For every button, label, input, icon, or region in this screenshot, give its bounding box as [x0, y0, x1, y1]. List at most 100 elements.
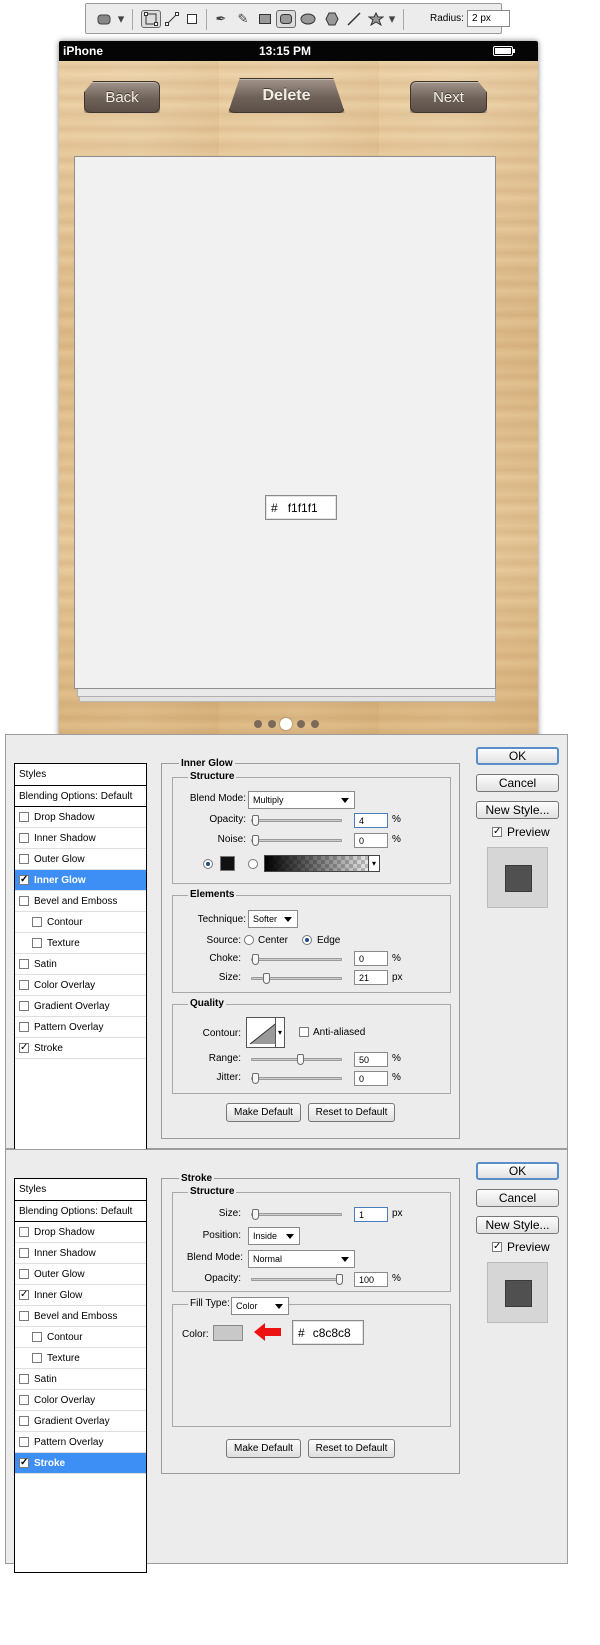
style-checkbox[interactable] [32, 917, 42, 927]
style-item-gradient-overlay[interactable]: Gradient Overlay [15, 1411, 146, 1432]
source-center-radio[interactable] [244, 935, 254, 945]
style-checkbox[interactable] [19, 854, 29, 864]
blend-mode-select[interactable]: Normal [248, 1250, 355, 1268]
style-checkbox[interactable] [19, 1416, 29, 1426]
technique-select[interactable]: Softer [248, 910, 298, 928]
jitter-input[interactable]: 0 [354, 1071, 388, 1086]
style-item-satin[interactable]: Satin [15, 954, 146, 975]
chevron-down-icon[interactable]: ▾ [368, 855, 380, 872]
style-item-pattern-overlay[interactable]: Pattern Overlay [15, 1432, 146, 1453]
new-style-button[interactable]: New Style... [476, 801, 559, 819]
cancel-button[interactable]: Cancel [476, 1189, 559, 1207]
custom-shape-tool-icon[interactable] [366, 10, 386, 28]
styles-header[interactable]: Styles [15, 764, 146, 786]
style-item-drop-shadow[interactable]: Drop Shadow [15, 1222, 146, 1243]
style-item-bevel-and-emboss[interactable]: Bevel and Emboss [15, 1306, 146, 1327]
style-checkbox[interactable]: ✓ [19, 1458, 29, 1468]
style-checkbox[interactable] [19, 1374, 29, 1384]
next-button[interactable]: Next [410, 81, 487, 113]
ok-button[interactable]: OK [476, 747, 559, 765]
make-default-button[interactable]: Make Default [226, 1439, 301, 1458]
style-checkbox[interactable] [19, 1001, 29, 1011]
style-checkbox[interactable] [32, 938, 42, 948]
slider-thumb[interactable] [336, 1274, 343, 1285]
stroke-color-swatch[interactable] [213, 1325, 243, 1341]
line-tool-icon[interactable] [344, 10, 364, 28]
slider-thumb[interactable] [252, 954, 259, 965]
style-item-texture[interactable]: Texture [15, 1348, 146, 1369]
style-checkbox[interactable] [19, 1269, 29, 1279]
page-dot[interactable] [297, 720, 305, 728]
ellipse-tool-icon[interactable] [298, 10, 318, 28]
style-item-inner-shadow[interactable]: Inner Shadow [15, 828, 146, 849]
paths-icon[interactable] [162, 10, 182, 28]
reset-to-default-button[interactable]: Reset to Default [308, 1103, 395, 1122]
style-item-pattern-overlay[interactable]: Pattern Overlay [15, 1017, 146, 1038]
preview-toggle[interactable]: ✓ Preview [492, 1240, 550, 1254]
style-checkbox[interactable] [19, 1022, 29, 1032]
range-slider[interactable] [251, 1054, 342, 1065]
style-checkbox[interactable] [19, 1248, 29, 1258]
slider-thumb[interactable] [252, 835, 259, 846]
style-item-contour[interactable]: Contour [15, 912, 146, 933]
source-edge-radio[interactable] [302, 935, 312, 945]
size-slider[interactable] [251, 1209, 342, 1220]
page-dot[interactable] [311, 720, 319, 728]
solid-color-radio[interactable] [203, 859, 213, 869]
choke-slider[interactable] [251, 954, 342, 965]
style-checkbox[interactable]: ✓ [19, 875, 29, 885]
shape-layers-icon[interactable] [141, 10, 161, 28]
style-item-color-overlay[interactable]: Color Overlay [15, 1390, 146, 1411]
jitter-slider[interactable] [251, 1073, 342, 1084]
style-checkbox[interactable] [19, 1437, 29, 1447]
reset-to-default-button[interactable]: Reset to Default [308, 1439, 395, 1458]
style-checkbox[interactable] [19, 833, 29, 843]
style-item-outer-glow[interactable]: Outer Glow [15, 849, 146, 870]
cancel-button[interactable]: Cancel [476, 774, 559, 792]
rectangle-tool-icon[interactable] [255, 10, 275, 28]
rounded-rectangle-tool-icon[interactable] [276, 10, 296, 28]
position-select[interactable]: Inside [248, 1227, 300, 1245]
size-slider[interactable] [251, 973, 342, 984]
chevron-down-icon[interactable]: ▾ [116, 10, 126, 28]
page-dot[interactable] [254, 720, 262, 728]
blending-options-item[interactable]: Blending Options: Default [15, 1201, 146, 1222]
style-item-drop-shadow[interactable]: Drop Shadow [15, 807, 146, 828]
style-item-outer-glow[interactable]: Outer Glow [15, 1264, 146, 1285]
style-checkbox[interactable]: ✓ [19, 1043, 29, 1053]
style-checkbox[interactable] [19, 812, 29, 822]
new-style-button[interactable]: New Style... [476, 1216, 559, 1234]
preview-checkbox[interactable]: ✓ [492, 1242, 502, 1252]
opacity-input[interactable]: 100 [354, 1272, 388, 1287]
style-checkbox[interactable] [32, 1353, 42, 1363]
style-item-color-overlay[interactable]: Color Overlay [15, 975, 146, 996]
back-button[interactable]: Back [84, 81, 160, 113]
slider-thumb[interactable] [263, 973, 270, 984]
style-checkbox[interactable] [19, 1395, 29, 1405]
radius-input[interactable]: 2 px [467, 10, 510, 27]
rounded-rectangle-preset-icon[interactable] [94, 10, 114, 28]
style-item-stroke[interactable]: ✓ Stroke [15, 1038, 146, 1059]
style-checkbox[interactable] [19, 1311, 29, 1321]
noise-slider[interactable] [251, 835, 342, 846]
range-input[interactable]: 50 [354, 1052, 388, 1067]
style-item-contour[interactable]: Contour [15, 1327, 146, 1348]
slider-thumb[interactable] [252, 815, 259, 826]
style-item-satin[interactable]: Satin [15, 1369, 146, 1390]
style-checkbox[interactable] [19, 1227, 29, 1237]
pen-icon[interactable]: ✒ [211, 10, 231, 28]
opacity-input[interactable]: 4 [354, 813, 388, 828]
fill-type-select[interactable]: Color [231, 1297, 289, 1315]
fill-pixels-icon[interactable] [182, 10, 202, 28]
style-checkbox[interactable] [32, 1332, 42, 1342]
page-dot-active[interactable] [280, 718, 292, 730]
page-dot[interactable] [268, 720, 276, 728]
style-item-bevel-and-emboss[interactable]: Bevel and Emboss [15, 891, 146, 912]
size-input[interactable]: 21 [354, 970, 388, 985]
style-item-inner-glow[interactable]: ✓ Inner Glow [15, 870, 146, 891]
glow-color-swatch[interactable] [220, 856, 235, 871]
polygon-tool-icon[interactable] [322, 10, 342, 28]
slider-thumb[interactable] [252, 1209, 259, 1220]
chevron-down-icon[interactable]: ▾ [275, 1017, 285, 1048]
preview-toggle[interactable]: ✓ Preview [492, 825, 550, 839]
